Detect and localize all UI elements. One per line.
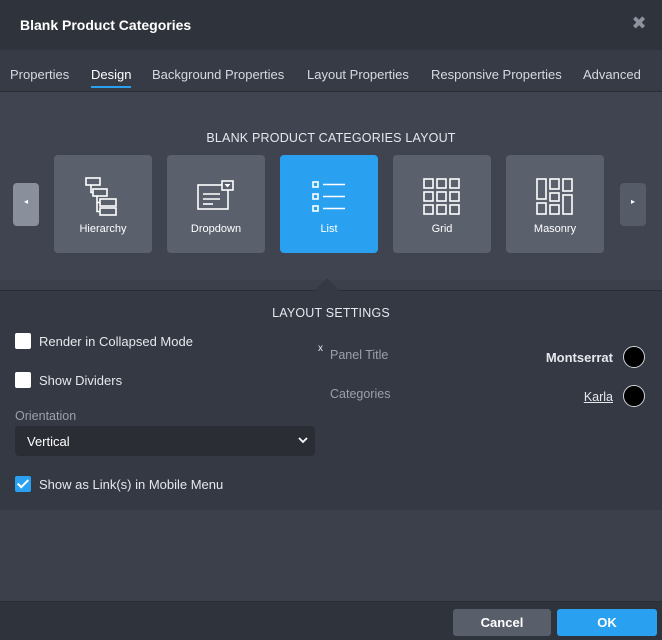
- chevron-down-icon: [298, 437, 308, 444]
- categories-color-swatch[interactable]: [623, 385, 645, 407]
- grid-icon: [423, 178, 460, 215]
- close-icon[interactable]: ✖: [630, 14, 648, 32]
- layout-option-label: Grid: [431, 223, 453, 235]
- layout-option-label: Masonry: [533, 223, 577, 235]
- tab-properties[interactable]: Properties: [10, 67, 69, 82]
- dialog-title: Blank Product Categories: [20, 17, 192, 33]
- orientation-value: Vertical: [27, 434, 70, 449]
- layout-option-list[interactable]: List: [280, 155, 378, 253]
- dialog: Blank Product Categories ✖ Properties De…: [0, 0, 662, 640]
- show-dividers-checkbox[interactable]: [15, 372, 31, 388]
- layout-option-label: Hierarchy: [79, 223, 127, 235]
- panel-title-label: Panel Title: [330, 348, 389, 362]
- selection-pointer: [313, 278, 341, 292]
- ok-button[interactable]: OK: [557, 609, 657, 636]
- render-collapsed-checkbox[interactable]: [15, 333, 31, 349]
- tab-bar: Properties Design Background Properties …: [0, 50, 662, 92]
- next-layouts-button[interactable]: ▸: [620, 183, 646, 226]
- dialog-footer: Cancel OK: [0, 601, 662, 640]
- layout-settings-heading: LAYOUT SETTINGS: [272, 306, 390, 320]
- categories-label: Categories: [330, 387, 391, 401]
- dropdown-icon: [197, 180, 234, 210]
- panel-title-font[interactable]: Montserrat: [538, 350, 613, 365]
- layout-option-masonry[interactable]: Masonry: [506, 155, 604, 253]
- orientation-label: Orientation: [15, 409, 77, 423]
- layout-option-grid[interactable]: Grid: [393, 155, 491, 253]
- orientation-select[interactable]: Vertical: [15, 426, 315, 456]
- checkbox-label: Render in Collapsed Mode: [39, 334, 193, 349]
- checkbox-label: Show Dividers: [39, 373, 123, 388]
- tab-background-properties[interactable]: Background Properties: [152, 67, 284, 82]
- tab-responsive-properties[interactable]: Responsive Properties: [431, 67, 562, 82]
- empty-content-area: [0, 510, 662, 602]
- tab-design[interactable]: Design: [91, 67, 132, 88]
- list-icon: [312, 181, 345, 212]
- prev-layouts-button[interactable]: ◂: [13, 183, 39, 226]
- categories-font[interactable]: Karla: [563, 390, 613, 404]
- layout-option-dropdown[interactable]: Dropdown: [167, 155, 265, 253]
- layout-option-hierarchy[interactable]: Hierarchy: [54, 155, 152, 253]
- masonry-icon: [536, 178, 573, 215]
- dialog-titlebar: Blank Product Categories ✖: [0, 0, 662, 50]
- clear-icon[interactable]: x: [314, 343, 327, 356]
- chevron-right-icon: ▸: [630, 197, 635, 206]
- layout-section-heading: BLANK PRODUCT CATEGORIES LAYOUT: [206, 131, 456, 145]
- hierarchy-icon: [85, 177, 117, 216]
- layout-option-label: List: [320, 223, 338, 235]
- layout-option-label: Dropdown: [190, 223, 242, 235]
- chevron-left-icon: ◂: [23, 197, 28, 206]
- mobile-links-checkbox[interactable]: [15, 476, 31, 492]
- checkbox-label: Show as Link(s) in Mobile Menu: [39, 477, 224, 492]
- cancel-button[interactable]: Cancel: [453, 609, 551, 636]
- tab-advanced[interactable]: Advanced: [583, 67, 641, 82]
- tab-layout-properties[interactable]: Layout Properties: [307, 67, 409, 82]
- panel-title-color-swatch[interactable]: [623, 346, 645, 368]
